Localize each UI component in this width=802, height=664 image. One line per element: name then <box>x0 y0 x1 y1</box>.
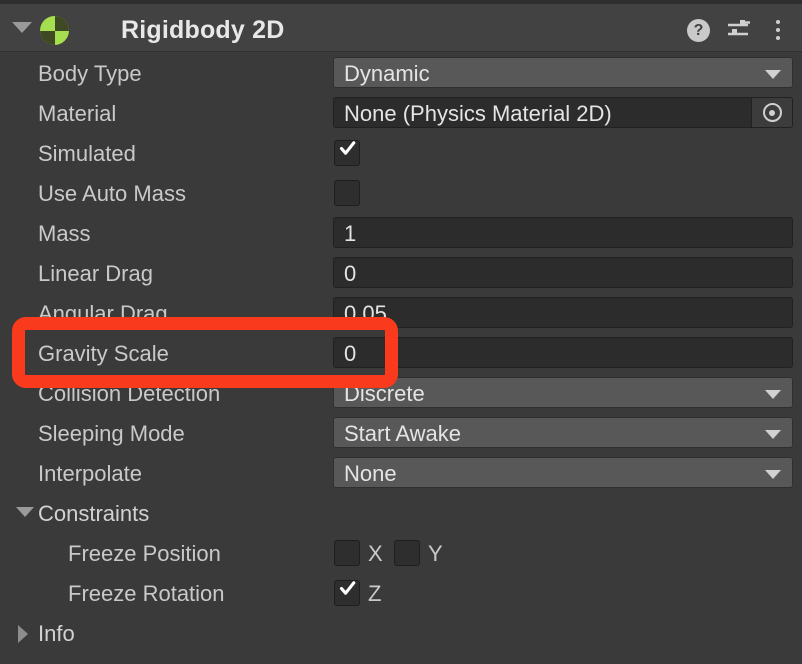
property-label: Collision Detection <box>38 381 221 406</box>
info-foldout[interactable]: Info <box>0 612 802 652</box>
constraints-foldout[interactable]: Constraints <box>0 492 802 532</box>
chevron-down-icon[interactable] <box>16 507 34 517</box>
header-buttons: ? <box>687 18 788 42</box>
freeze-position-label: Freeze Position <box>68 541 221 566</box>
property-row-gravity-scale: Gravity Scale 0 <box>0 332 802 372</box>
sleeping-mode-value: Start Awake <box>344 421 461 446</box>
preset-icon[interactable] <box>726 18 752 42</box>
component-header[interactable]: Rigidbody 2D ? <box>0 4 802 52</box>
freeze-rotation-z-checkbox[interactable] <box>334 580 360 606</box>
rigidbody2d-icon <box>40 16 69 45</box>
freeze-rotation-z-axis-label: Z <box>368 581 382 606</box>
component-title: Rigidbody 2D <box>121 16 285 44</box>
chevron-down-icon <box>765 70 781 79</box>
freeze-rotation-label: Freeze Rotation <box>68 581 225 606</box>
chevron-right-icon[interactable] <box>18 625 28 643</box>
sleeping-mode-dropdown[interactable]: Start Awake <box>333 417 793 448</box>
property-row-angular-drag: Angular Drag 0.05 <box>0 292 802 332</box>
property-label: Material <box>38 101 117 126</box>
body-type-dropdown[interactable]: Dynamic <box>333 57 793 88</box>
body-type-value: Dynamic <box>344 61 430 86</box>
freeze-position-x-axis-label: X <box>368 541 383 566</box>
angular-drag-input[interactable]: 0.05 <box>333 297 793 328</box>
freeze-position-y-checkbox[interactable] <box>394 540 420 566</box>
property-row-material: Material None (Physics Material 2D) <box>0 92 802 132</box>
property-row-freeze-position: Freeze Position X Y <box>0 532 802 572</box>
property-row-mass: Mass 1 <box>0 212 802 252</box>
property-row-use-auto-mass: Use Auto Mass <box>0 172 802 212</box>
more-menu-icon[interactable] <box>768 18 788 42</box>
collision-detection-dropdown[interactable]: Discrete <box>333 377 793 408</box>
property-label: Linear Drag <box>38 261 153 286</box>
mass-input[interactable]: 1 <box>333 217 793 248</box>
constraints-label: Constraints <box>38 501 150 526</box>
property-row-collision-detection: Collision Detection Discrete <box>0 372 802 412</box>
chevron-down-icon[interactable] <box>12 22 32 33</box>
chevron-down-icon <box>765 470 781 479</box>
property-label: Body Type <box>38 61 142 86</box>
collision-detection-value: Discrete <box>344 381 425 406</box>
property-label: Use Auto Mass <box>38 181 186 206</box>
property-label: Interpolate <box>38 461 142 486</box>
material-object-field[interactable]: None (Physics Material 2D) <box>333 97 793 128</box>
property-label: Mass <box>38 221 91 246</box>
property-row-linear-drag: Linear Drag 0 <box>0 252 802 292</box>
freeze-position-x-checkbox[interactable] <box>334 540 360 566</box>
linear-drag-value: 0 <box>344 261 357 286</box>
interpolate-dropdown[interactable]: None <box>333 457 793 488</box>
gravity-scale-input[interactable]: 0 <box>333 337 793 368</box>
gravity-scale-value: 0 <box>344 341 357 366</box>
simulated-checkbox[interactable] <box>334 140 360 166</box>
material-value: None (Physics Material 2D) <box>344 101 612 126</box>
check-icon <box>339 581 356 595</box>
mass-value: 1 <box>344 221 357 246</box>
angular-drag-value: 0.05 <box>344 301 387 326</box>
use-auto-mass-checkbox[interactable] <box>334 180 360 206</box>
interpolate-value: None <box>344 461 397 486</box>
property-row-interpolate: Interpolate None <box>0 452 802 492</box>
property-label: Angular Drag <box>38 301 168 326</box>
linear-drag-input[interactable]: 0 <box>333 257 793 288</box>
rigidbody2d-inspector-panel: Rigidbody 2D ? Body Type Dynamic Materia… <box>0 0 802 664</box>
chevron-down-icon <box>765 390 781 399</box>
property-row-body-type: Body Type Dynamic <box>0 52 802 92</box>
property-row-sleeping-mode: Sleeping Mode Start Awake <box>0 412 802 452</box>
property-list: Body Type Dynamic Material None (Physics… <box>0 52 802 652</box>
property-row-freeze-rotation: Freeze Rotation Z <box>0 572 802 612</box>
object-picker-icon[interactable] <box>751 98 792 127</box>
property-label: Gravity Scale <box>38 341 169 366</box>
check-icon <box>339 141 356 155</box>
freeze-position-y-axis-label: Y <box>428 541 443 566</box>
help-icon[interactable]: ? <box>687 18 710 42</box>
property-row-simulated: Simulated <box>0 132 802 172</box>
property-label: Sleeping Mode <box>38 421 185 446</box>
info-label: Info <box>38 621 75 646</box>
property-label: Simulated <box>38 141 136 166</box>
chevron-down-icon <box>765 430 781 439</box>
